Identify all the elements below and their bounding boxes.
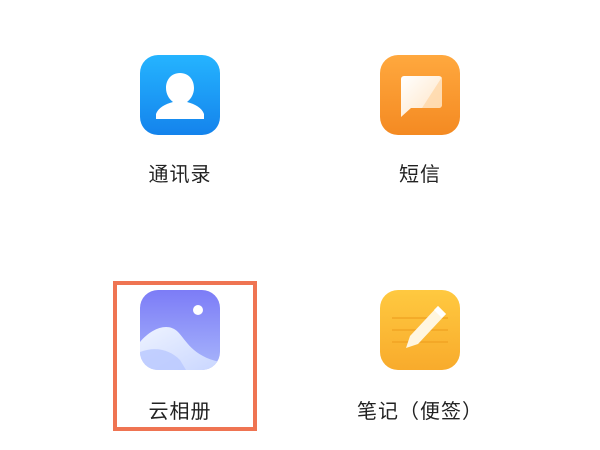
notes-icon[interactable] — [380, 290, 460, 370]
app-notes[interactable]: 笔记（便签） — [320, 230, 520, 450]
message-icon[interactable] — [380, 55, 460, 135]
contacts-icon[interactable] — [140, 55, 220, 135]
app-contacts[interactable]: 通讯录 — [80, 0, 280, 200]
messages-label: 短信 — [399, 162, 441, 186]
notes-label: 笔记（便签） — [357, 399, 483, 423]
contacts-label: 通讯录 — [148, 162, 212, 186]
home-screen: 通讯录 短信 云相册 笔记（便签） — [0, 0, 600, 450]
app-messages[interactable]: 短信 — [320, 0, 520, 200]
highlight-box — [113, 281, 257, 431]
